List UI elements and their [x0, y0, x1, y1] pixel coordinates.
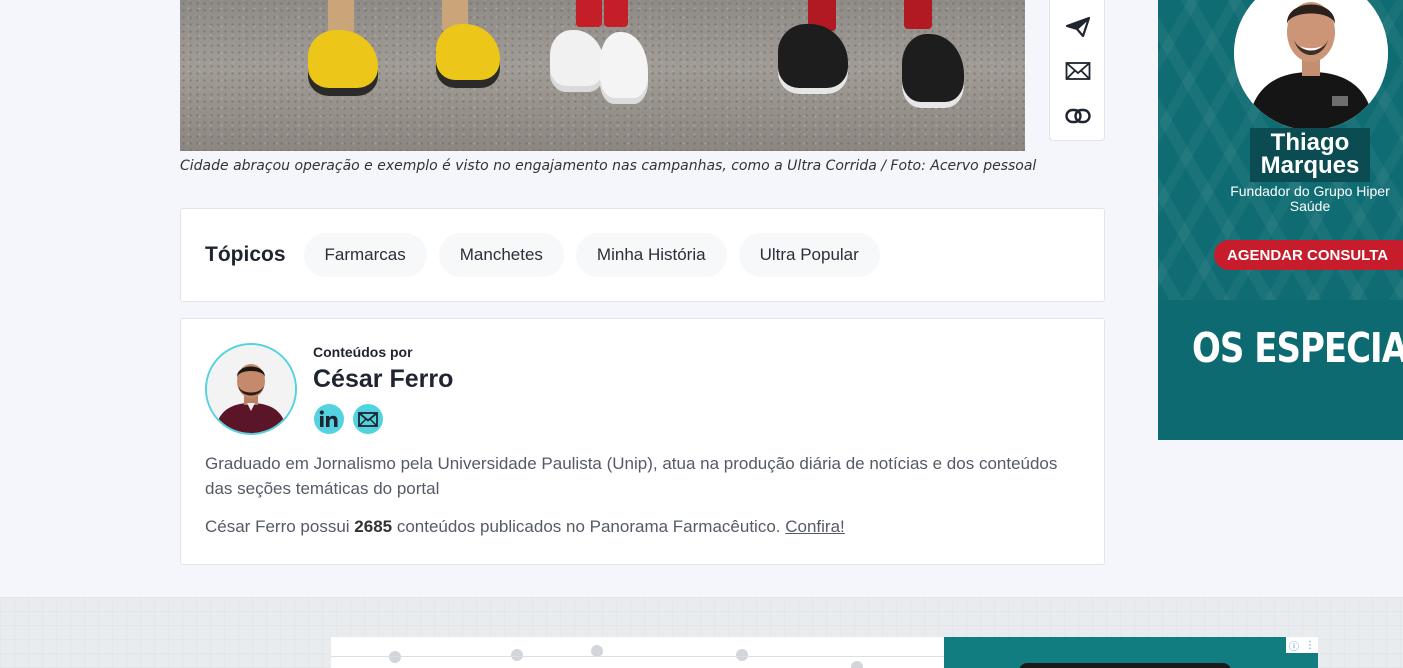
author-name[interactable]: César Ferro — [313, 365, 453, 394]
article-photo — [180, 0, 1025, 151]
link-icon[interactable] — [1064, 104, 1092, 128]
topic-chip[interactable]: Farmarcas — [303, 233, 427, 277]
author-avatar[interactable] — [205, 343, 297, 435]
ad-subtitle: Fundador do Grupo Hiper Saúde — [1230, 183, 1390, 214]
topics-title: Tópicos — [205, 243, 286, 266]
author-by-label: Conteúdos por — [313, 344, 413, 360]
mail-icon[interactable] — [1064, 59, 1092, 83]
send-icon[interactable] — [1064, 15, 1092, 39]
share-rail — [1049, 0, 1105, 141]
ad-name: Thiago Marques — [1260, 129, 1360, 179]
topic-chip[interactable]: Minha História — [575, 233, 727, 277]
topic-chip[interactable]: Ultra Popular — [738, 233, 880, 277]
ad-banner-text: OS ESPECIALISTA — [1192, 325, 1403, 373]
ad-cta-button[interactable]: AGENDAR CONSULTA — [1214, 240, 1403, 270]
bottom-ad[interactable]: ⓘ ⋮ — [331, 637, 1318, 668]
count-value: 2685 — [354, 517, 393, 536]
author-card: Conteúdos por César Ferro Graduado em Jo… — [180, 318, 1105, 565]
count-prefix: César Ferro possui — [205, 517, 355, 536]
sidebar-ad[interactable]: Thiago Marques Fundador do Grupo Hiper S… — [1158, 0, 1403, 440]
ad-choices-icon[interactable]: ⓘ ⋮ — [1286, 637, 1318, 653]
photo-caption: Cidade abraçou operação e exemplo é vist… — [180, 158, 1037, 174]
linkedin-icon[interactable] — [314, 404, 344, 434]
confira-link[interactable]: Confira! — [785, 517, 845, 536]
topic-chip[interactable]: Manchetes — [438, 233, 564, 277]
count-suffix: conteúdos publicados no Panorama Farmacê… — [392, 517, 786, 536]
topics-box: Tópicos Farmarcas Manchetes Minha Histór… — [180, 208, 1105, 302]
author-content-count: César Ferro possui 2685 conteúdos public… — [205, 517, 845, 537]
more-vertical-icon[interactable]: ⋮ — [1305, 640, 1315, 651]
mail-icon[interactable] — [353, 404, 383, 434]
author-bio: Graduado em Jornalismo pela Universidade… — [205, 454, 1058, 498]
info-icon[interactable]: ⓘ — [1289, 638, 1299, 653]
